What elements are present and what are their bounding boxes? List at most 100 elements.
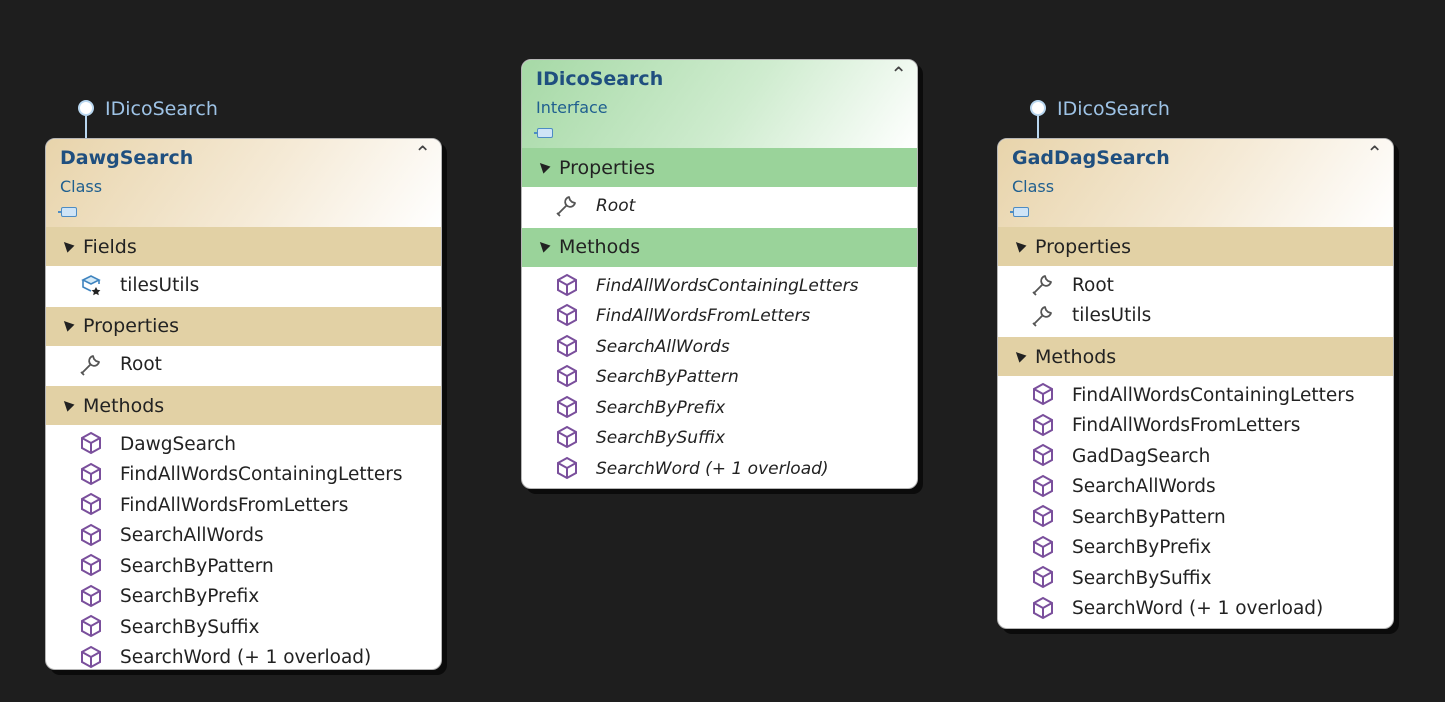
expand-triangle-icon[interactable] [60, 397, 75, 412]
shape-header[interactable]: IDicoSearch Interface ⌃ [522, 60, 917, 148]
interface-lollipop-icon [78, 100, 94, 116]
section-title: Properties [83, 315, 180, 337]
double-chevron-up-icon[interactable]: ⌃ [890, 64, 907, 84]
method-cube-icon [79, 584, 105, 610]
shape-name[interactable]: IDicoSearch [536, 68, 663, 90]
expand-triangle-icon[interactable] [536, 159, 551, 174]
method-cube-icon [1031, 474, 1057, 500]
member-name: FindAllWordsContainingLetters [120, 464, 403, 486]
member-name: Root [1072, 274, 1114, 296]
lollipop-label[interactable]: IDicoSearch [1057, 98, 1170, 120]
member-row[interactable]: FindAllWordsFromLetters [998, 411, 1393, 442]
member-row[interactable]: SearchBySuffix [998, 563, 1393, 594]
member-name: SearchAllWords [120, 525, 264, 547]
method-cube-icon [555, 395, 581, 421]
member-row[interactable]: FindAllWordsFromLetters [46, 490, 441, 521]
section-fields[interactable]: Fields [46, 227, 441, 266]
section-title: Properties [559, 156, 656, 179]
member-row[interactable]: SearchByPattern [998, 502, 1393, 533]
section-properties[interactable]: Properties [998, 227, 1393, 266]
methods-list: FindAllWordsContainingLetters FindAllWord… [522, 267, 917, 489]
shape-header[interactable]: DawgSearch Class ⌃ [46, 139, 441, 227]
wrench-icon [79, 352, 105, 378]
shape-header[interactable]: GadDagSearch Class ⌃ [998, 139, 1393, 227]
double-chevron-up-icon[interactable]: ⌃ [1366, 143, 1383, 163]
expand-triangle-icon[interactable] [536, 238, 551, 253]
member-row[interactable]: SearchWord (+ 1 overload) [46, 643, 441, 670]
member-row[interactable]: Root [998, 270, 1393, 301]
method-cube-icon [79, 492, 105, 518]
section-methods[interactable]: Methods [998, 337, 1393, 376]
interface-shape-idicosearch[interactable]: IDicoSearch Interface ⌃ Properties Root … [521, 59, 918, 489]
section-title: Methods [83, 394, 165, 417]
member-name: SearchByPattern [596, 367, 739, 388]
member-row[interactable]: Root [522, 191, 917, 222]
method-cube-icon [1031, 443, 1057, 469]
member-name: GadDagSearch [1072, 445, 1211, 467]
wrench-icon [1031, 272, 1057, 298]
section-properties[interactable]: Properties [46, 306, 441, 346]
shape-name[interactable]: DawgSearch [60, 147, 193, 169]
expand-triangle-icon[interactable] [1012, 238, 1027, 253]
section-title: Properties [1035, 235, 1132, 258]
member-row[interactable]: tilesUtils [46, 270, 441, 301]
member-name: SearchBySuffix [1072, 567, 1212, 589]
member-row[interactable]: SearchWord (+ 1 overload) [522, 454, 917, 485]
member-row[interactable]: SearchBySuffix [522, 423, 917, 454]
section-properties[interactable]: Properties [522, 148, 917, 187]
member-row[interactable]: Root [46, 350, 441, 381]
member-row[interactable]: SearchByPattern [46, 551, 441, 582]
member-row[interactable]: FindAllWordsFromLetters [522, 301, 917, 332]
member-row[interactable]: SearchAllWords [522, 332, 917, 363]
expand-triangle-icon[interactable] [1012, 348, 1027, 363]
member-name: DawgSearch [120, 433, 237, 455]
method-cube-icon [555, 273, 581, 299]
member-row[interactable]: SearchByPattern [522, 362, 917, 393]
member-row[interactable]: FindAllWordsContainingLetters [998, 380, 1393, 411]
section-methods[interactable]: Methods [46, 386, 441, 425]
member-row[interactable]: DawgSearch [46, 429, 441, 460]
member-name: SearchAllWords [596, 336, 730, 357]
method-cube-icon [79, 553, 105, 579]
wrench-icon [555, 193, 581, 219]
member-row[interactable]: SearchBySuffix [46, 612, 441, 643]
member-row[interactable]: SearchByPrefix [522, 393, 917, 424]
member-name: FindAllWordsContainingLetters [596, 275, 859, 296]
method-cube-icon [555, 303, 581, 329]
method-cube-icon [79, 462, 105, 488]
member-row[interactable]: FindAllWordsContainingLetters [522, 271, 917, 302]
interface-lollipop-icon [1030, 100, 1046, 116]
method-cube-icon [1031, 382, 1057, 408]
method-cube-icon [79, 431, 105, 457]
double-chevron-up-icon[interactable]: ⌃ [414, 143, 431, 163]
member-name: FindAllWordsFromLetters [120, 494, 349, 516]
shape-name[interactable]: GadDagSearch [1012, 147, 1170, 169]
properties-list: Root tilesUtils [998, 266, 1393, 337]
member-row[interactable]: tilesUtils [998, 301, 1393, 332]
member-row[interactable]: SearchByPrefix [998, 533, 1393, 564]
member-row[interactable]: SearchAllWords [46, 521, 441, 552]
expand-triangle-icon[interactable] [60, 238, 75, 253]
member-name: SearchBySuffix [120, 616, 260, 638]
expand-triangle-icon[interactable] [60, 317, 75, 332]
member-row[interactable]: GadDagSearch [998, 441, 1393, 472]
interface-badge-icon [534, 128, 553, 138]
member-row[interactable]: SearchWord (+ 1 overload) [998, 594, 1393, 625]
method-cube-icon [79, 614, 105, 640]
member-row[interactable]: SearchAllWords [998, 472, 1393, 503]
member-name: FindAllWordsContainingLetters [1072, 384, 1355, 406]
member-row[interactable]: FindAllWordsContainingLetters [46, 460, 441, 491]
class-shape-gaddagsearch[interactable]: GadDagSearch Class ⌃ Properties Root tile… [997, 138, 1394, 629]
member-name: tilesUtils [120, 274, 200, 296]
lollipop-label[interactable]: IDicoSearch [105, 98, 218, 120]
method-cube-icon [555, 334, 581, 360]
class-shape-dawgsearch[interactable]: DawgSearch Class ⌃ Fields tilesUtils Pro… [45, 138, 442, 670]
lollipop-stem [1037, 116, 1039, 138]
member-row[interactable]: SearchByPrefix [46, 582, 441, 613]
fields-list: tilesUtils [46, 266, 441, 307]
shape-kind: Class [1012, 177, 1055, 196]
section-methods[interactable]: Methods [522, 227, 917, 267]
method-cube-icon [555, 425, 581, 451]
method-cube-icon [555, 364, 581, 390]
method-cube-icon [1031, 535, 1057, 561]
